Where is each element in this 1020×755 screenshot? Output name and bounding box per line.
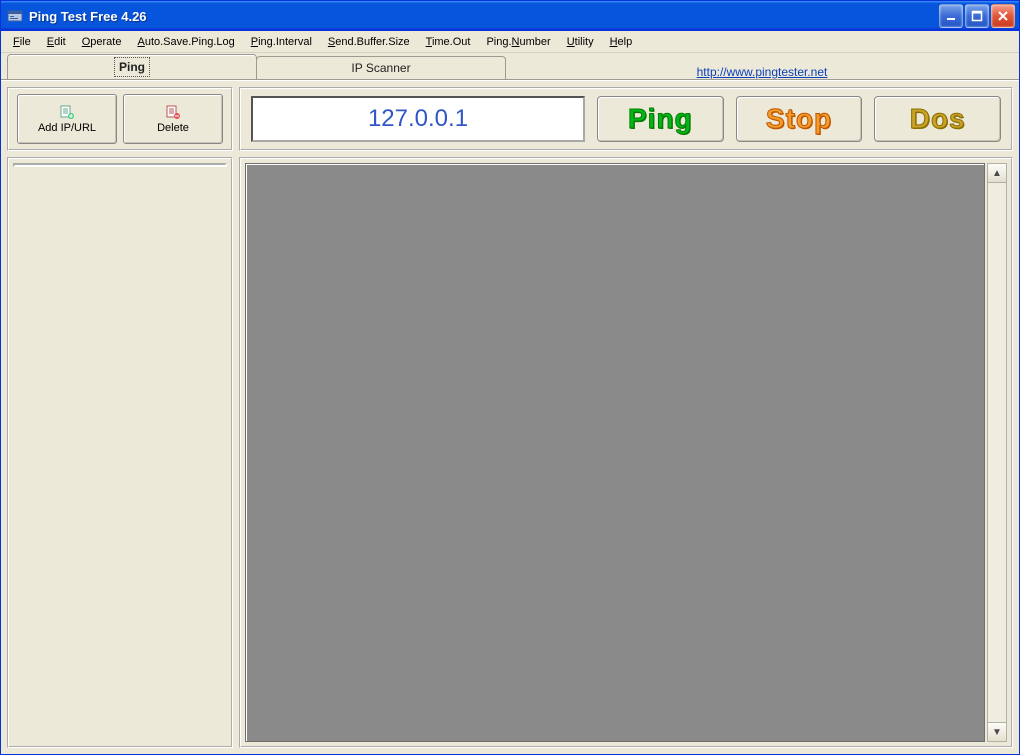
tab-strip: Ping IP Scanner http://www.pingtester.ne… (1, 53, 1019, 80)
tab-link-area: http://www.pingtester.net (505, 65, 1019, 79)
add-icon (59, 104, 75, 120)
menu-interval[interactable]: Ping.Interval (245, 34, 318, 50)
tab-ping-label: Ping (117, 60, 147, 74)
add-ip-label: Add IP/URL (38, 122, 96, 134)
menu-help[interactable]: Help (604, 34, 639, 50)
tab-ipscanner[interactable]: IP Scanner (256, 56, 506, 79)
output-panel: ▲ ▼ (239, 157, 1013, 748)
delete-button[interactable]: Delete (123, 94, 223, 144)
menu-bar: File Edit Operate Auto.Save.Ping.Log Pin… (1, 31, 1019, 53)
scroll-up-button[interactable]: ▲ (988, 164, 1006, 183)
output-area[interactable] (245, 163, 985, 742)
scroll-track[interactable] (988, 183, 1006, 722)
menu-edit[interactable]: Edit (41, 34, 72, 50)
app-icon (7, 8, 23, 24)
menu-utility[interactable]: Utility (561, 34, 600, 50)
ping-button[interactable]: Ping (597, 96, 724, 142)
dos-button[interactable]: Dos (874, 96, 1001, 142)
left-column: Add IP/URL Delete (7, 87, 233, 748)
stop-button[interactable]: Stop (736, 96, 863, 142)
menu-pingnumber[interactable]: Ping.Number (480, 34, 556, 50)
window-title: Ping Test Free 4.26 (29, 9, 939, 24)
menu-autosave[interactable]: Auto.Save.Ping.Log (131, 34, 240, 50)
ip-input[interactable]: 127.0.0.1 (251, 96, 585, 142)
maximize-button[interactable] (965, 4, 989, 28)
menu-operate[interactable]: Operate (76, 34, 128, 50)
website-link[interactable]: http://www.pingtester.net (697, 65, 828, 79)
delete-icon (165, 104, 181, 120)
app-window: Ping Test Free 4.26 File Edit Operate Au… (0, 0, 1020, 755)
title-bar: Ping Test Free 4.26 (1, 1, 1019, 31)
ip-list-toolbar: Add IP/URL Delete (7, 87, 233, 151)
add-ip-button[interactable]: Add IP/URL (17, 94, 117, 144)
content-area: Add IP/URL Delete 127.0.0.1 Ping Stop Do… (1, 80, 1019, 754)
tab-ping[interactable]: Ping (7, 54, 257, 79)
action-toolbar: 127.0.0.1 Ping Stop Dos (239, 87, 1013, 151)
ip-listbox[interactable] (13, 163, 227, 167)
right-column: 127.0.0.1 Ping Stop Dos ▲ ▼ (239, 87, 1013, 748)
delete-label: Delete (157, 122, 189, 134)
output-scrollbar[interactable]: ▲ ▼ (987, 163, 1007, 742)
menu-sendbuffer[interactable]: Send.Buffer.Size (322, 34, 416, 50)
minimize-button[interactable] (939, 4, 963, 28)
tab-ipscanner-label: IP Scanner (351, 61, 410, 75)
menu-timeout[interactable]: Time.Out (420, 34, 477, 50)
window-controls (939, 4, 1015, 28)
scroll-down-button[interactable]: ▼ (988, 722, 1006, 741)
close-button[interactable] (991, 4, 1015, 28)
menu-file[interactable]: File (7, 34, 37, 50)
ip-list-panel (7, 157, 233, 748)
